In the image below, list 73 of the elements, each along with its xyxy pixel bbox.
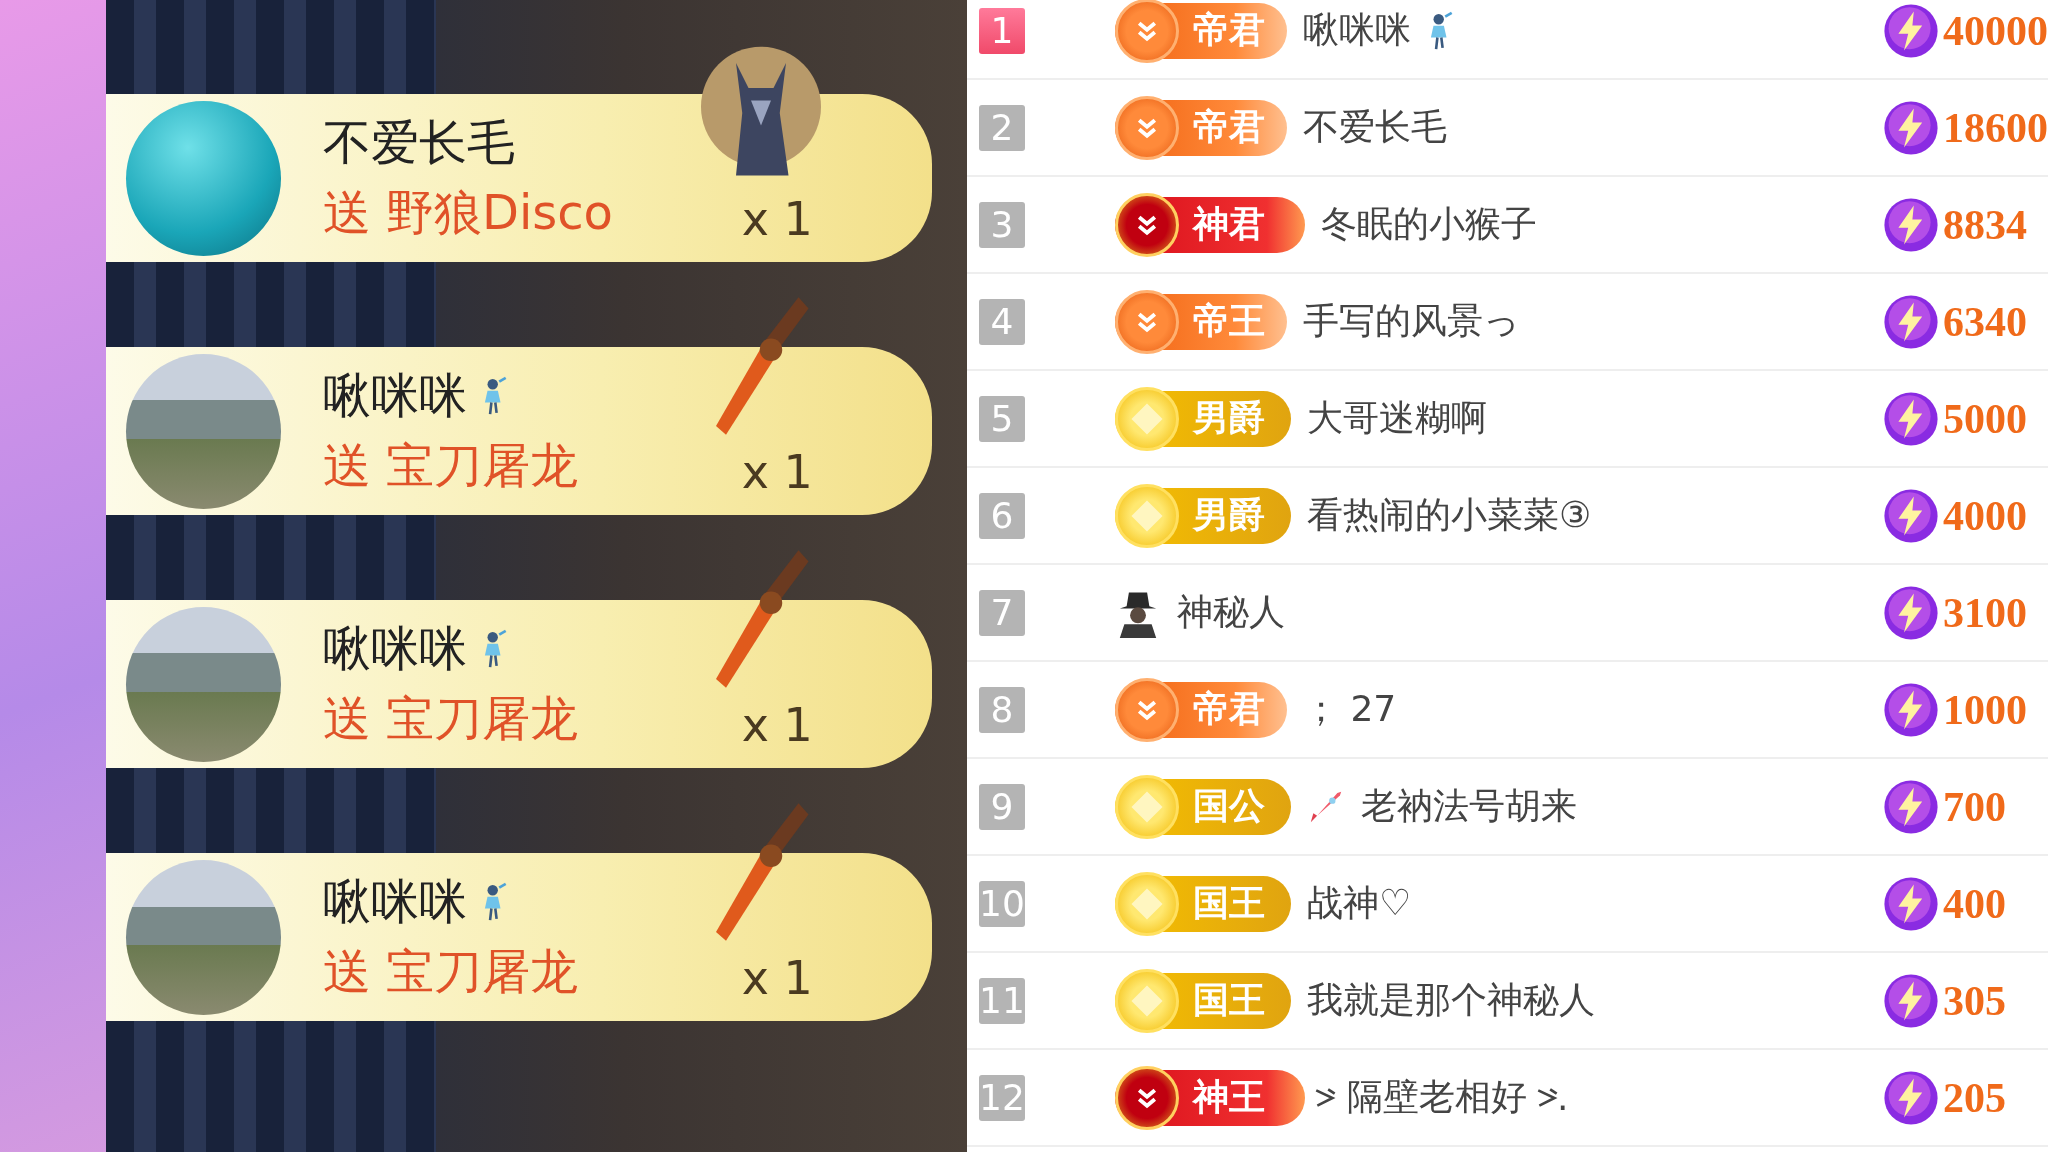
- user-name: 我就是那个神秘人: [1307, 978, 1595, 1022]
- lightning-coin-icon: [1883, 487, 1939, 544]
- gift-text: 送 宝刀屠龙: [322, 689, 578, 748]
- gift-count: x 1: [741, 192, 813, 246]
- rank-number: 1: [979, 7, 1025, 54]
- lightning-coin-icon: [1883, 99, 1939, 156]
- sender-name: 啾咪咪: [322, 619, 467, 678]
- user-name: 大哥迷糊啊: [1307, 396, 1487, 440]
- score-value: 305: [1943, 976, 2006, 1025]
- ranking-row[interactable]: 8 帝君 ； 27 1000: [967, 662, 2048, 759]
- user-name: 隔壁老相好: [1347, 1075, 1527, 1119]
- user-name: 手写的风景っ: [1303, 299, 1520, 343]
- ranking-row[interactable]: 10 国王 战神♡ 400: [967, 856, 2048, 953]
- score-value: 6340: [1943, 297, 2027, 346]
- lightning-coin-icon: [1883, 196, 1939, 253]
- gift-count: x 1: [741, 698, 813, 752]
- rank-number: 3: [979, 201, 1025, 248]
- user-name: 老衲法号胡来: [1361, 784, 1577, 828]
- sender-name: 啾咪咪: [322, 872, 467, 931]
- rank-number: 8: [979, 686, 1025, 733]
- lightning-coin-icon: [1883, 293, 1939, 350]
- lightning-coin-icon: [1883, 584, 1939, 641]
- rank-number: 12: [979, 1074, 1025, 1121]
- ranking-row[interactable]: 6 男爵 看热闹的小菜菜③ 4000: [967, 468, 2048, 565]
- gift-count: x 1: [741, 445, 813, 499]
- score-value: 205: [1943, 1073, 2006, 1122]
- rank-number: 2: [979, 104, 1025, 151]
- score-value: 5000: [1943, 394, 2027, 443]
- rank-number: 9: [979, 783, 1025, 830]
- sender-name: 不爱长毛: [322, 113, 515, 172]
- name-suffix: .: [1557, 1077, 1569, 1118]
- score-value: 18600: [1943, 103, 2048, 152]
- lightning-coin-icon: [1883, 875, 1939, 932]
- ranking-row[interactable]: 11 国王 我就是那个神秘人 305: [967, 953, 2048, 1050]
- rank-number: 7: [979, 589, 1025, 636]
- lightning-coin-icon: [1883, 778, 1939, 835]
- score-value: 3100: [1943, 588, 2027, 637]
- lightning-coin-icon: [1883, 681, 1939, 738]
- score-value: 400: [1943, 879, 2006, 928]
- user-name: 冬眠的小猴子: [1321, 202, 1537, 246]
- user-name: 神秘人: [1177, 590, 1285, 634]
- sender-name: 啾咪咪: [322, 366, 467, 425]
- lightning-coin-icon: [1883, 2, 1939, 59]
- ranking-row[interactable]: 1 帝君 啾咪咪 40000: [967, 0, 2048, 80]
- lightning-coin-icon: [1883, 1069, 1939, 1126]
- lightning-coin-icon: [1883, 390, 1939, 447]
- ranking-row[interactable]: 3 神君 冬眠的小猴子 8834: [967, 177, 2048, 274]
- user-name: 看热闹的小菜菜③: [1307, 493, 1592, 537]
- score-value: 8834: [1943, 200, 2027, 249]
- ranking-row[interactable]: 2 帝君 不爱长毛 18600: [967, 80, 2048, 177]
- user-name: 不爱长毛: [1303, 105, 1447, 149]
- score-value: 1000: [1943, 685, 2027, 734]
- ranking-row[interactable]: 7 神秘人 3100: [967, 565, 2048, 662]
- gift-text: 送 宝刀屠龙: [322, 436, 578, 495]
- rank-number: 11: [979, 977, 1025, 1024]
- gift-text: 送 野狼Disco: [322, 183, 613, 242]
- gift-count: x 1: [741, 951, 813, 1005]
- ranking-row[interactable]: 5 男爵 大哥迷糊啊 5000: [967, 371, 2048, 468]
- score-value: 4000: [1943, 491, 2027, 540]
- rank-number: 10: [979, 880, 1025, 927]
- ranking-row[interactable]: 12 神王 隔壁老相好 . 205: [967, 1050, 2048, 1147]
- gift-text: 送 宝刀屠龙: [322, 942, 578, 1001]
- user-name: ； 27: [1303, 687, 1397, 731]
- user-name: 战神♡: [1307, 881, 1412, 925]
- lightning-coin-icon: [1883, 972, 1939, 1029]
- rank-number: 6: [979, 492, 1025, 539]
- rank-number: 4: [979, 298, 1025, 345]
- score-value: 700: [1943, 782, 2006, 831]
- rank-number: 5: [979, 395, 1025, 442]
- user-name: 啾咪咪: [1303, 8, 1411, 52]
- ranking-row[interactable]: 9 国公 老衲法号胡来 700: [967, 759, 2048, 856]
- ranking-row[interactable]: 4 帝王 手写的风景っ 6340: [967, 274, 2048, 371]
- score-value: 40000: [1943, 6, 2048, 55]
